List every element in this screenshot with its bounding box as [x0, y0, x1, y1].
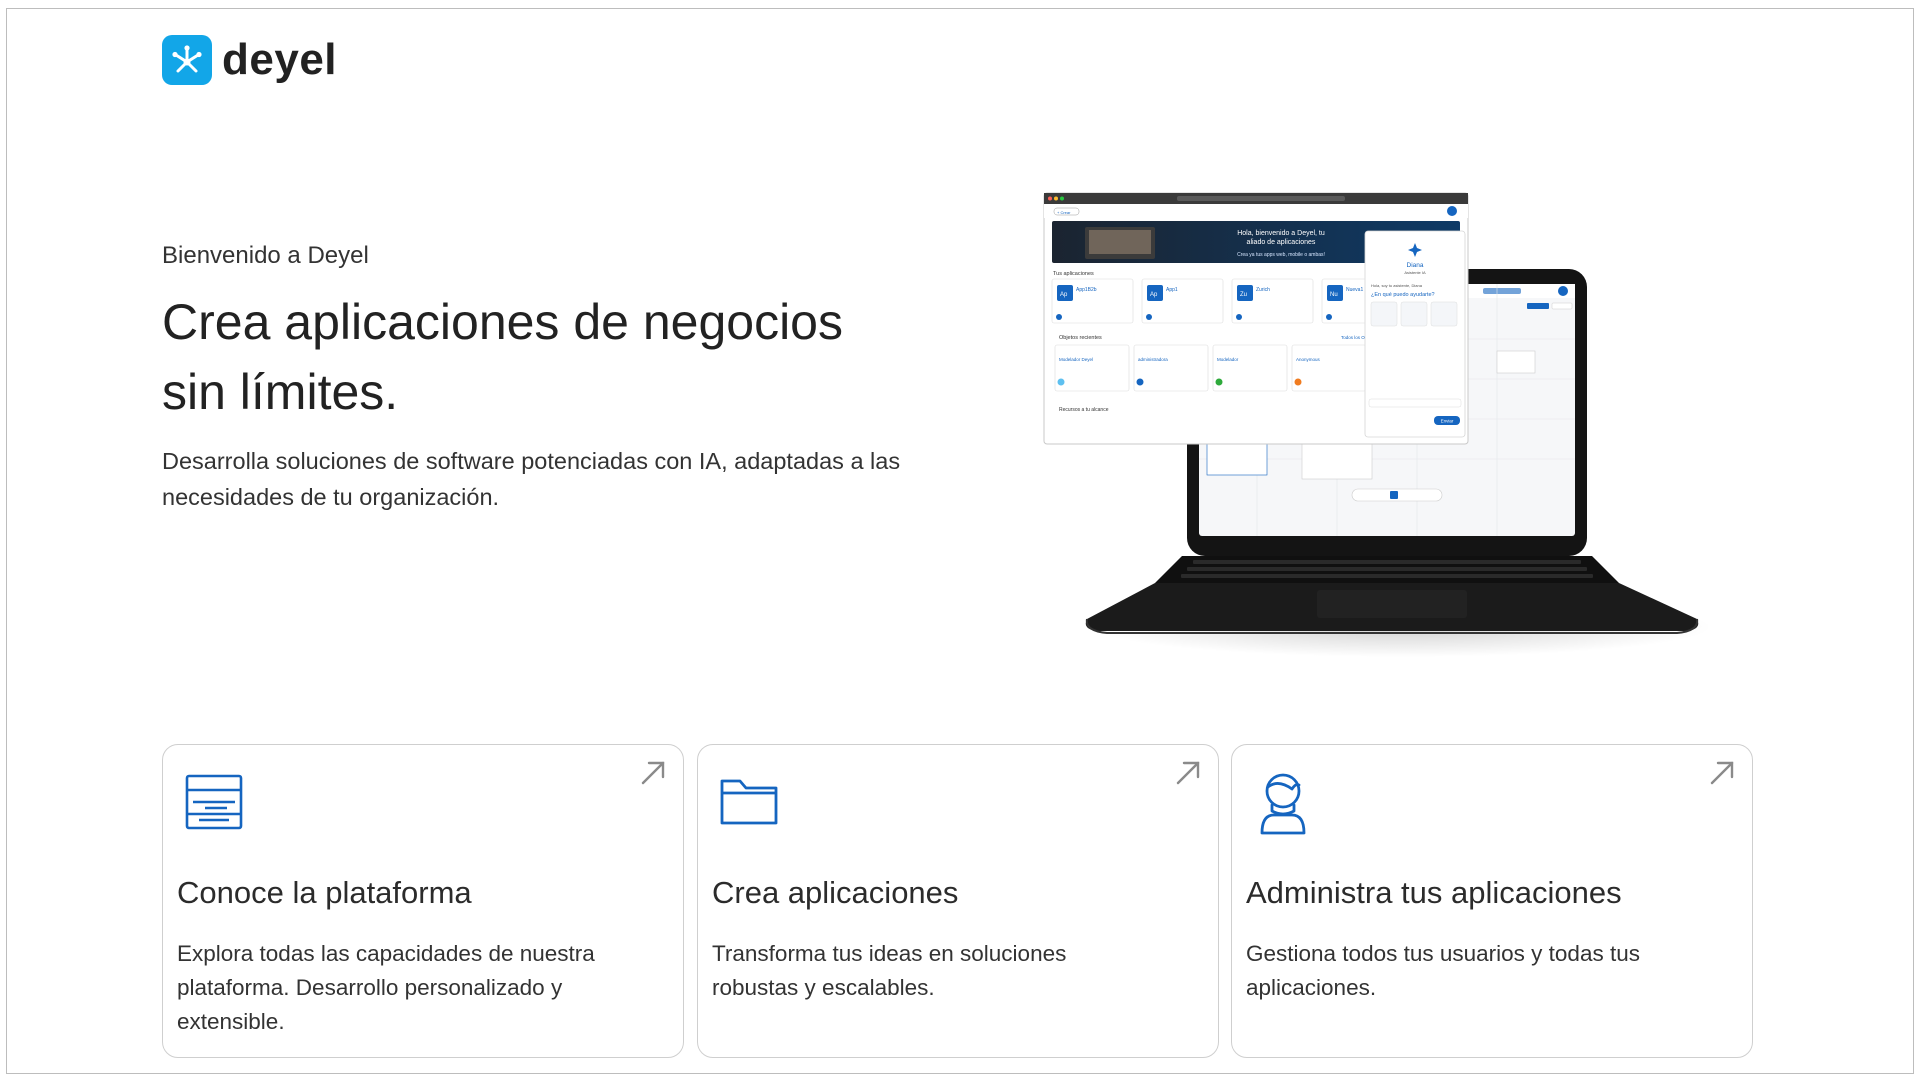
- hero-title: Crea aplicaciones de negocios sin límite…: [162, 287, 942, 427]
- card-title: Conoce la plataforma: [177, 875, 472, 910]
- card-conoce-la-plataforma[interactable]: Conoce la plataforma Explora todas las c…: [162, 744, 684, 1058]
- card-description: Transforma tus ideas en soluciones robus…: [712, 941, 1067, 1000]
- folder-icon: [718, 771, 780, 838]
- laptop-illustration: + Crear Hola, bienvenido a Deyel, tu ali…: [1043, 192, 1712, 657]
- svg-text:Modelador Deyel: Modelador Deyel: [1059, 357, 1093, 362]
- svg-text:App1: App1: [1166, 287, 1178, 293]
- svg-text:Objetos recientes: Objetos recientes: [1059, 335, 1102, 341]
- card-crea-aplicaciones[interactable]: Crea aplicaciones Transforma tus ideas e…: [697, 744, 1219, 1058]
- hero-welcome: Bienvenido a Deyel: [162, 242, 369, 269]
- brand-name: deyel: [222, 35, 338, 84]
- hero-title-line-2: sin límites.: [162, 364, 399, 420]
- svg-text:aliado de aplicaciones: aliado de aplicaciones: [1247, 239, 1316, 246]
- svg-text:Anonymous: Anonymous: [1296, 357, 1321, 362]
- hero-title-line-1: Crea aplicaciones de negocios: [162, 294, 843, 350]
- svg-text:administradora: administradora: [1138, 357, 1168, 362]
- arrow-up-right-icon[interactable]: [1174, 759, 1202, 792]
- svg-text:+ Crear: + Crear: [1057, 210, 1071, 215]
- page-frame: deyel Bienvenido a Deyel Crea aplicacion…: [6, 8, 1914, 1074]
- svg-text:Modelador: Modelador: [1217, 357, 1239, 362]
- arrow-up-right-icon[interactable]: [1708, 759, 1736, 792]
- svg-text:Diana: Diana: [1407, 262, 1424, 269]
- svg-text:Recursos a tu alcance: Recursos a tu alcance: [1059, 407, 1109, 413]
- svg-text:Nueva1: Nueva1: [1346, 287, 1363, 293]
- app-window-preview: + Crear Hola, bienvenido a Deyel, tu ali…: [1043, 192, 1469, 445]
- server-list-icon: [183, 771, 245, 838]
- svg-text:Zurich: Zurich: [1256, 287, 1270, 293]
- card-description: Explora todas las capacidades de nuestra…: [177, 941, 595, 1034]
- deyel-logo-icon: [162, 35, 212, 85]
- svg-text:Ap: Ap: [1150, 292, 1158, 298]
- svg-text:¿En qué puedo ayudarte?: ¿En qué puedo ayudarte?: [1371, 292, 1435, 298]
- hero-illustration: + Crear Hola, bienvenido a Deyel, tu ali…: [997, 139, 1717, 679]
- card-title: Administra tus aplicaciones: [1246, 875, 1622, 910]
- svg-text:Crea ya tus apps web, mobile o: Crea ya tus apps web, mobile o ambas!: [1237, 252, 1325, 258]
- user-admin-icon: [1252, 771, 1314, 842]
- card-description: Gestiona todos tus usuarios y todas tus …: [1246, 941, 1640, 1000]
- svg-text:Tus aplicaciones: Tus aplicaciones: [1053, 271, 1094, 277]
- arrow-up-right-icon[interactable]: [639, 759, 667, 792]
- card-administra-tus-aplicaciones[interactable]: Administra tus aplicaciones Gestiona tod…: [1231, 744, 1753, 1058]
- svg-text:App1B2b: App1B2b: [1076, 287, 1097, 293]
- svg-text:Enviar: Enviar: [1441, 419, 1454, 424]
- hero-description: Desarrolla soluciones de software potenc…: [162, 448, 901, 510]
- svg-text:Asistente IA: Asistente IA: [1404, 270, 1426, 275]
- svg-text:Ap: Ap: [1060, 292, 1068, 298]
- card-title: Crea aplicaciones: [712, 875, 959, 910]
- svg-text:Nu: Nu: [1330, 292, 1338, 298]
- svg-text:Hola, bienvenido a Deyel, tu: Hola, bienvenido a Deyel, tu: [1237, 230, 1325, 237]
- brand-logo[interactable]: deyel: [162, 35, 337, 85]
- svg-text:Hola, soy tu asistente, Diana: Hola, soy tu asistente, Diana: [1371, 283, 1423, 288]
- svg-text:Zu: Zu: [1240, 292, 1247, 298]
